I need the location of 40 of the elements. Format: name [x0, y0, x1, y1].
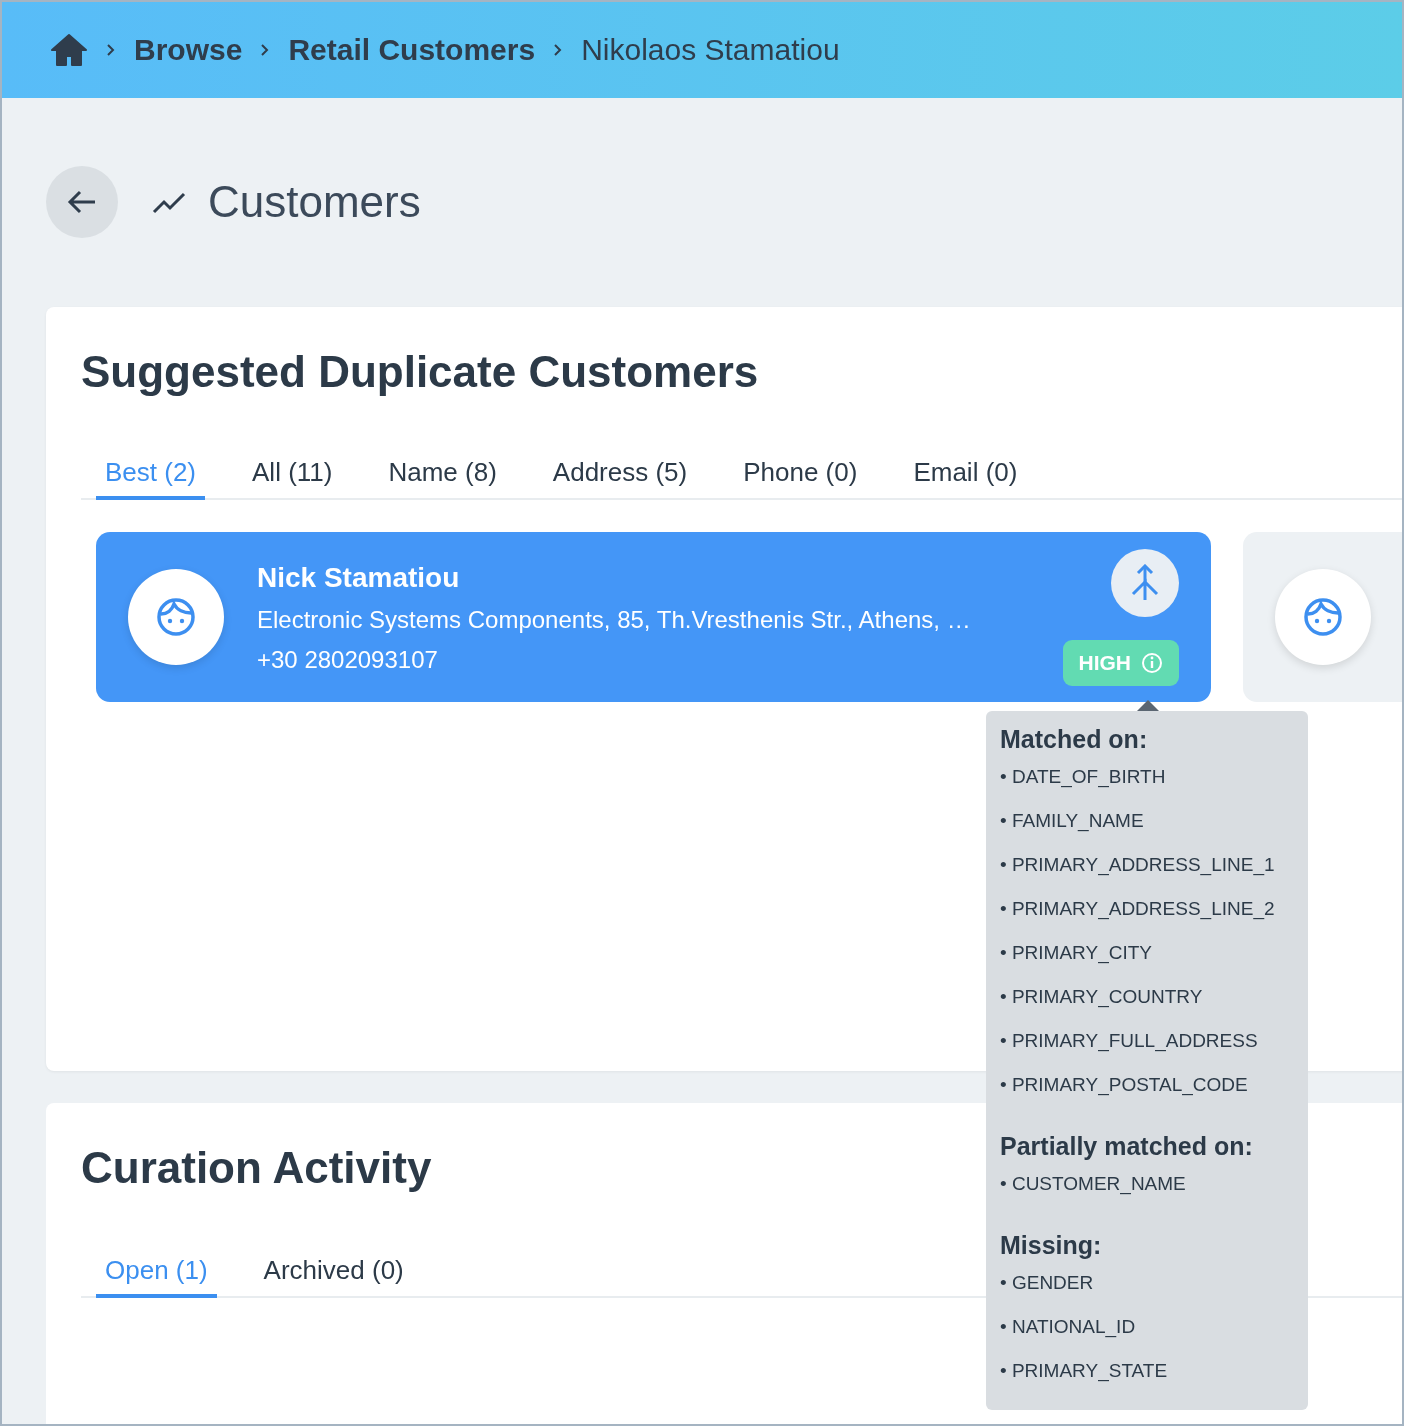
info-icon	[1141, 651, 1163, 674]
tooltip-item: • PRIMARY_ADDRESS_LINE_1	[1000, 853, 1275, 878]
chevron-icon	[106, 42, 116, 58]
chevron-icon	[553, 42, 564, 58]
tooltip-item: • PRIMARY_FULL_ADDRESS	[1000, 1029, 1258, 1054]
tooltip-item: • DATE_OF_BIRTH	[1000, 765, 1166, 790]
tab[interactable]: All (11)	[243, 457, 342, 500]
tab[interactable]: Archived (0)	[254, 1255, 413, 1298]
breadcrumb-link[interactable]: Retail Customers	[288, 33, 536, 67]
customer-name: Nick Stamatiou	[257, 562, 461, 594]
page-title: Customers	[208, 177, 421, 227]
breadcrumb-current: Nikolaos Stamatiou	[581, 33, 840, 67]
tooltip-item: • CUSTOMER_NAME	[1000, 1172, 1186, 1197]
customer-address: Electronic Systems Components, 85, Th.Vresthenis Str., Athens, …	[257, 606, 972, 634]
tooltip-item: • FAMILY_NAME	[1000, 809, 1144, 834]
tooltip-heading: Missing:	[1000, 1231, 1103, 1260]
tooltip-item: • PRIMARY_POSTAL_CODE	[1000, 1073, 1248, 1098]
home-icon[interactable]	[50, 33, 88, 67]
tooltip-item: • NATIONAL_ID	[1000, 1315, 1136, 1340]
tab[interactable]: Name (8)	[379, 457, 506, 500]
tooltip-item: • PRIMARY_COUNTRY	[1000, 985, 1203, 1010]
tab[interactable]: Email (0)	[904, 457, 1027, 500]
tooltip-item: • PRIMARY_ADDRESS_LINE_2	[1000, 897, 1275, 922]
tooltip-item: • GENDER	[1000, 1271, 1094, 1295]
section-title: Suggested Duplicate Customers	[81, 347, 760, 398]
breadcrumb-link[interactable]: Browse	[134, 33, 243, 67]
tooltip-item: • PRIMARY_CITY	[1000, 941, 1152, 966]
merge-arrows-icon	[1130, 563, 1160, 602]
tab[interactable]: Address (5)	[543, 457, 697, 500]
arrow-left-icon	[67, 189, 97, 215]
chevron-icon	[260, 42, 271, 58]
trend-line-icon	[152, 190, 186, 214]
avatar-face-icon	[1302, 596, 1344, 638]
tab[interactable]: Phone (0)	[734, 457, 867, 500]
tooltip-heading: Partially matched on:	[1000, 1132, 1254, 1161]
tooltip-item: • PRIMARY_STATE	[1000, 1359, 1168, 1384]
avatar-face-icon	[155, 596, 197, 638]
section-title: Curation Activity	[81, 1143, 432, 1194]
tooltip-heading: Matched on:	[1000, 725, 1149, 754]
customer-phone: +30 2802093107	[257, 646, 439, 674]
